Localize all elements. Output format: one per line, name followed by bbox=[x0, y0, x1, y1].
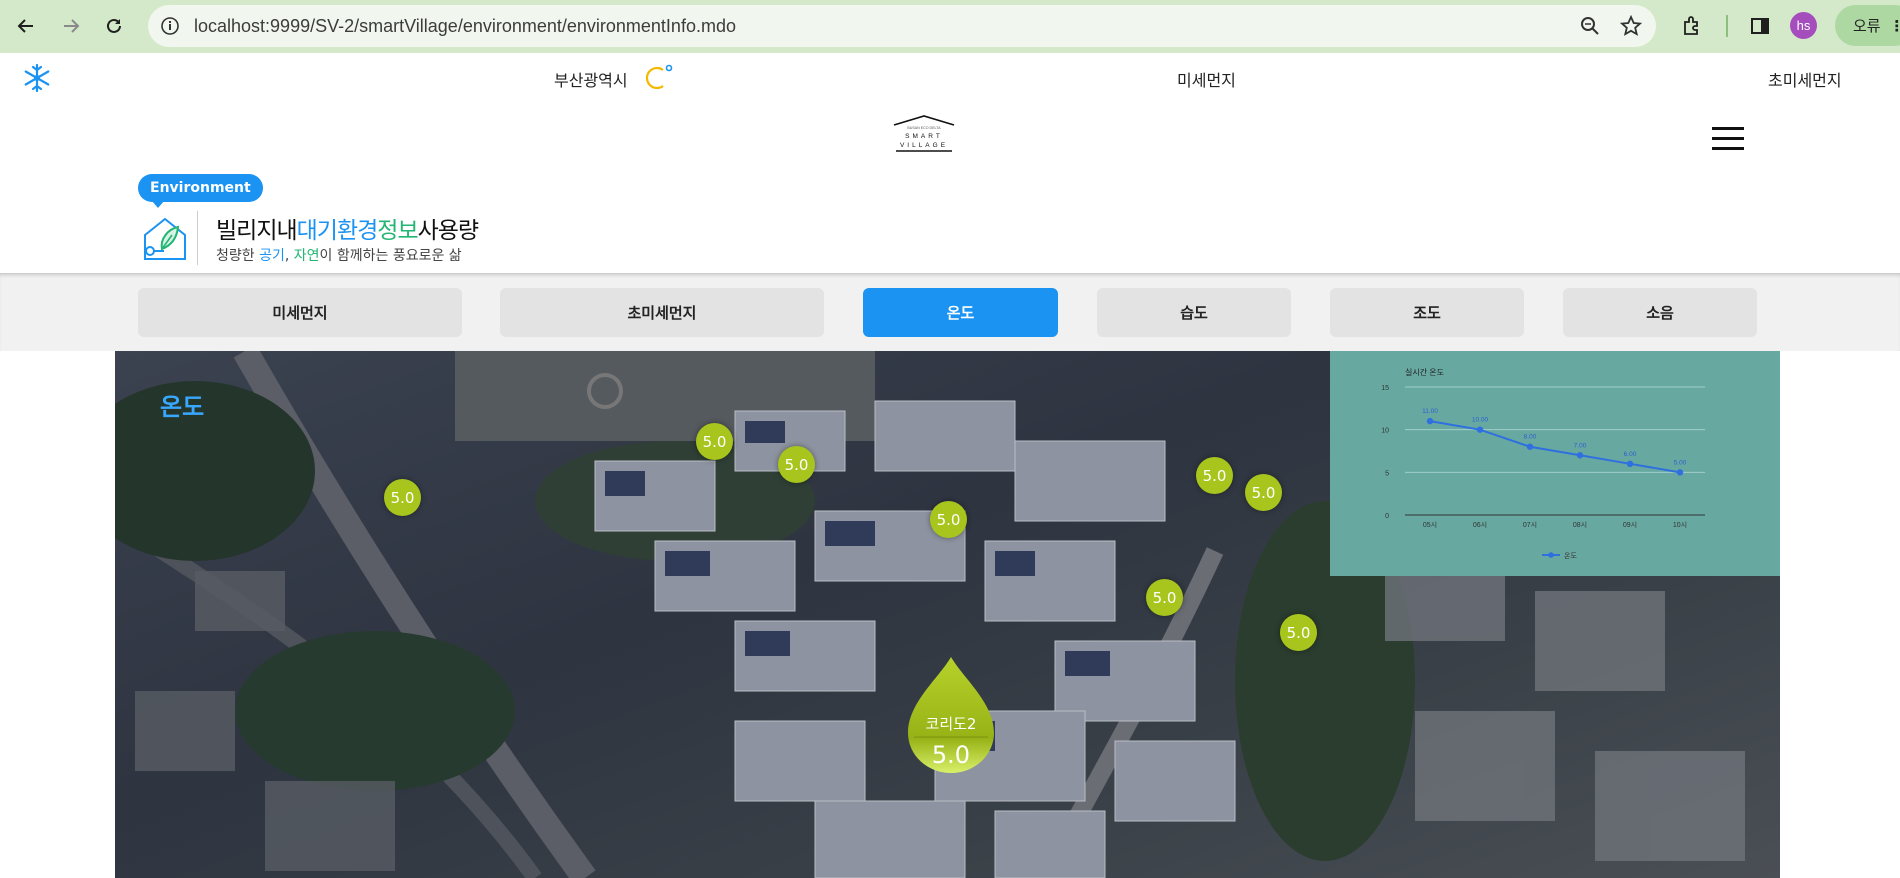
url-text[interactable]: localhost:9999/SV-2/smartVillage/environ… bbox=[194, 16, 736, 37]
chart-data-label: 7.00 bbox=[1574, 442, 1587, 449]
chart-title: 실시간 온도 bbox=[1405, 367, 1444, 377]
error-label: 오류 bbox=[1853, 17, 1881, 35]
chart-xtick-label: 10시 bbox=[1673, 521, 1687, 529]
smart-village-logo[interactable]: BUSAN ECO DELTA SMART VILLAGE bbox=[892, 115, 956, 161]
selected-sensor-drop[interactable]: 코리도2 5.0 bbox=[906, 653, 996, 775]
tab-illuminance[interactable]: 조도 bbox=[1330, 288, 1524, 337]
chart-xtick-label: 08시 bbox=[1573, 521, 1587, 529]
chart-point[interactable] bbox=[1576, 452, 1584, 459]
tab-ultra-pm[interactable]: 초미세먼지 bbox=[500, 288, 824, 337]
profile-avatar[interactable]: hs bbox=[1790, 12, 1817, 39]
category-tabs: 미세먼지 초미세먼지 온도 습도 조도 소음 bbox=[0, 273, 1900, 351]
map-title: 온도 bbox=[160, 393, 205, 421]
chart-data-label: 5.00 bbox=[1674, 459, 1687, 466]
sensor-marker[interactable]: 5.0 bbox=[1245, 474, 1282, 511]
chart-xtick-label: 05시 bbox=[1423, 521, 1437, 529]
tab-humidity[interactable]: 습도 bbox=[1097, 288, 1291, 337]
chart-ytick-label: 15 bbox=[1381, 385, 1389, 392]
side-panel-icon[interactable] bbox=[1744, 10, 1776, 42]
logo-text-bottom: VILLAGE bbox=[900, 142, 948, 149]
weather-city: 부산광역시 bbox=[554, 71, 628, 90]
chart-ytick-label: 0 bbox=[1385, 513, 1389, 520]
tab-pm[interactable]: 미세먼지 bbox=[138, 288, 462, 337]
environment-badge: Environment bbox=[138, 174, 263, 208]
chart-xtick-label: 06시 bbox=[1473, 521, 1487, 529]
address-bar[interactable]: localhost:9999/SV-2/smartVillage/environ… bbox=[148, 5, 1656, 47]
chart-series-line bbox=[1429, 420, 1681, 474]
bookmark-star-icon[interactable] bbox=[1620, 15, 1642, 37]
section-subtitle: 청량한 공기, 자연이 함께하는 풍요로운 삶 bbox=[216, 248, 462, 264]
eco-house-icon bbox=[144, 217, 186, 260]
hamburger-menu-icon[interactable] bbox=[1712, 127, 1744, 151]
toolbar-divider bbox=[1726, 15, 1728, 37]
drop-sensor-name: 코리도2 bbox=[925, 715, 977, 733]
tab-noise[interactable]: 소음 bbox=[1563, 288, 1757, 337]
temperature-line-chart: 실시간 온도 0 5 10 15 05시 06시 07시 08시 09시 10시 11.00 10… bbox=[1381, 367, 1705, 560]
chart-data-label: 11.00 bbox=[1422, 408, 1438, 415]
section-divider bbox=[197, 211, 198, 265]
sensor-marker[interactable]: 5.0 bbox=[696, 423, 733, 460]
more-menu-icon: ⋮ bbox=[1889, 17, 1900, 35]
browser-toolbar: localhost:9999/SV-2/smartVillage/environ… bbox=[0, 0, 1900, 53]
temperature-chart-panel: 실시간 온도 0 5 10 15 05시 06시 07시 08시 09시 10시 11.00 10… bbox=[1330, 351, 1780, 576]
chart-point[interactable] bbox=[1476, 426, 1484, 433]
drop-sensor-value: 5.0 bbox=[931, 741, 971, 769]
chart-legend-label: 온도 bbox=[1564, 552, 1577, 560]
sensor-marker[interactable]: 5.0 bbox=[1196, 457, 1233, 494]
chart-legend-marker bbox=[1548, 552, 1554, 558]
logo-text-top: BUSAN ECO DELTA bbox=[907, 126, 941, 130]
site-header: 부산광역시 미세먼지 초미세먼지 BUSAN ECO DELTA SMART V… bbox=[0, 53, 1900, 273]
chart-point[interactable] bbox=[1626, 460, 1634, 467]
chart-ytick-label: 10 bbox=[1381, 428, 1389, 435]
chart-point[interactable] bbox=[1426, 417, 1434, 425]
back-arrow-icon[interactable] bbox=[10, 10, 42, 42]
chart-point[interactable] bbox=[1676, 469, 1684, 476]
tab-temperature[interactable]: 온도 bbox=[863, 288, 1058, 337]
section-title: 빌리지내대기환경정보사용량 bbox=[216, 218, 479, 244]
header-ultra-pm-label: 초미세먼지 bbox=[1768, 71, 1842, 90]
chart-xtick-label: 09시 bbox=[1623, 521, 1637, 529]
chart-point[interactable] bbox=[1526, 443, 1534, 450]
sensor-marker[interactable]: 5.0 bbox=[1146, 579, 1183, 616]
snowflake-logo-icon[interactable] bbox=[22, 63, 52, 93]
sensor-marker[interactable]: 5.0 bbox=[384, 479, 421, 516]
zoom-icon[interactable] bbox=[1580, 16, 1600, 36]
extensions-icon[interactable] bbox=[1676, 10, 1708, 42]
logo-text-mid: SMART bbox=[905, 133, 943, 140]
reload-icon[interactable] bbox=[98, 10, 130, 42]
sensor-marker[interactable]: 5.0 bbox=[930, 501, 967, 538]
error-button[interactable]: 오류 ⋮ bbox=[1835, 5, 1900, 46]
chart-data-label: 10.00 bbox=[1472, 417, 1489, 424]
chart-data-label: 8.00 bbox=[1524, 434, 1537, 441]
sensor-marker[interactable]: 5.0 bbox=[778, 446, 815, 483]
weather-icon bbox=[645, 64, 673, 90]
village-map[interactable]: 온도 5.0 5.0 5.0 5.0 5.0 5.0 5.0 5.0 코리도2 … bbox=[115, 351, 1780, 878]
chart-xtick-label: 07시 bbox=[1523, 521, 1537, 529]
site-info-icon[interactable] bbox=[160, 16, 180, 36]
chart-ytick-label: 5 bbox=[1385, 470, 1389, 477]
sensor-marker[interactable]: 5.0 bbox=[1280, 614, 1317, 651]
chart-data-label: 6.00 bbox=[1624, 451, 1637, 458]
forward-arrow-icon[interactable] bbox=[55, 10, 87, 42]
header-pm-label: 미세먼지 bbox=[1177, 71, 1236, 90]
